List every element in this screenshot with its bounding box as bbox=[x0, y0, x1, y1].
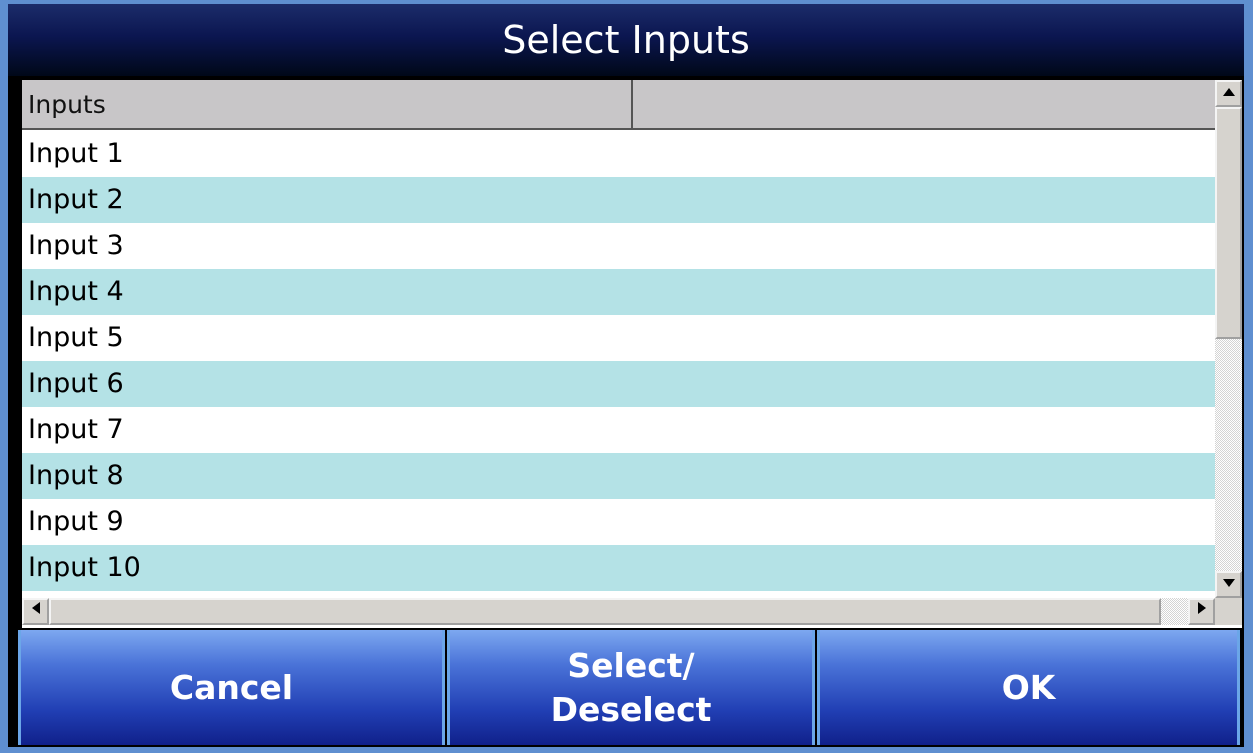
scroll-down-button[interactable] bbox=[1215, 571, 1242, 598]
select-inputs-dialog: Select Inputs Inputs Input 1 Input 2 Inp… bbox=[8, 4, 1244, 747]
scroll-left-button[interactable] bbox=[22, 598, 49, 625]
scrollbar-corner bbox=[1215, 598, 1242, 625]
horizontal-scroll-thumb[interactable] bbox=[49, 598, 1161, 625]
dialog-title: Select Inputs bbox=[8, 4, 1244, 76]
list-item-input-8[interactable]: Input 8 bbox=[22, 453, 1215, 499]
ok-button[interactable]: OK bbox=[817, 630, 1240, 745]
triangle-left-icon bbox=[31, 602, 40, 614]
list-item-input-4[interactable]: Input 4 bbox=[22, 269, 1215, 315]
column-header-blank[interactable] bbox=[633, 80, 1215, 128]
list-item-input-7[interactable]: Input 7 bbox=[22, 407, 1215, 453]
select-deselect-button[interactable]: Select/ Deselect bbox=[447, 630, 815, 745]
vertical-scrollbar[interactable] bbox=[1215, 80, 1242, 598]
triangle-down-icon bbox=[1222, 579, 1235, 587]
list-item-input-3[interactable]: Input 3 bbox=[22, 223, 1215, 269]
list-item-input-10[interactable]: Input 10 bbox=[22, 545, 1215, 591]
list-header: Inputs bbox=[22, 80, 1215, 130]
horizontal-scrollbar[interactable] bbox=[22, 598, 1215, 625]
list-item-input-9[interactable]: Input 9 bbox=[22, 499, 1215, 545]
list-rows: Input 1 Input 2 Input 3 Input 4 Input 5 … bbox=[22, 131, 1215, 591]
list-item-input-2[interactable]: Input 2 bbox=[22, 177, 1215, 223]
horizontal-scroll-track[interactable] bbox=[1161, 598, 1188, 625]
vertical-scroll-thumb[interactable] bbox=[1215, 107, 1242, 339]
cancel-button[interactable]: Cancel bbox=[18, 630, 445, 745]
triangle-right-icon bbox=[1197, 602, 1206, 614]
scroll-up-button[interactable] bbox=[1215, 80, 1242, 107]
list-item-input-1[interactable]: Input 1 bbox=[22, 131, 1215, 177]
column-header-inputs[interactable]: Inputs bbox=[22, 80, 633, 128]
triangle-up-icon bbox=[1222, 88, 1235, 96]
list-item-input-5[interactable]: Input 5 bbox=[22, 315, 1215, 361]
inputs-list-view[interactable]: Inputs Input 1 Input 2 Input 3 Input 4 I… bbox=[22, 80, 1242, 628]
button-bar: Cancel Select/ Deselect OK bbox=[8, 628, 1244, 747]
select-deselect-label: Select/ Deselect bbox=[551, 644, 712, 732]
scroll-right-button[interactable] bbox=[1188, 598, 1215, 625]
select-label-line1: Select/ bbox=[567, 645, 695, 685]
select-label-line2: Deselect bbox=[550, 689, 712, 729]
list-item-input-6[interactable]: Input 6 bbox=[22, 361, 1215, 407]
